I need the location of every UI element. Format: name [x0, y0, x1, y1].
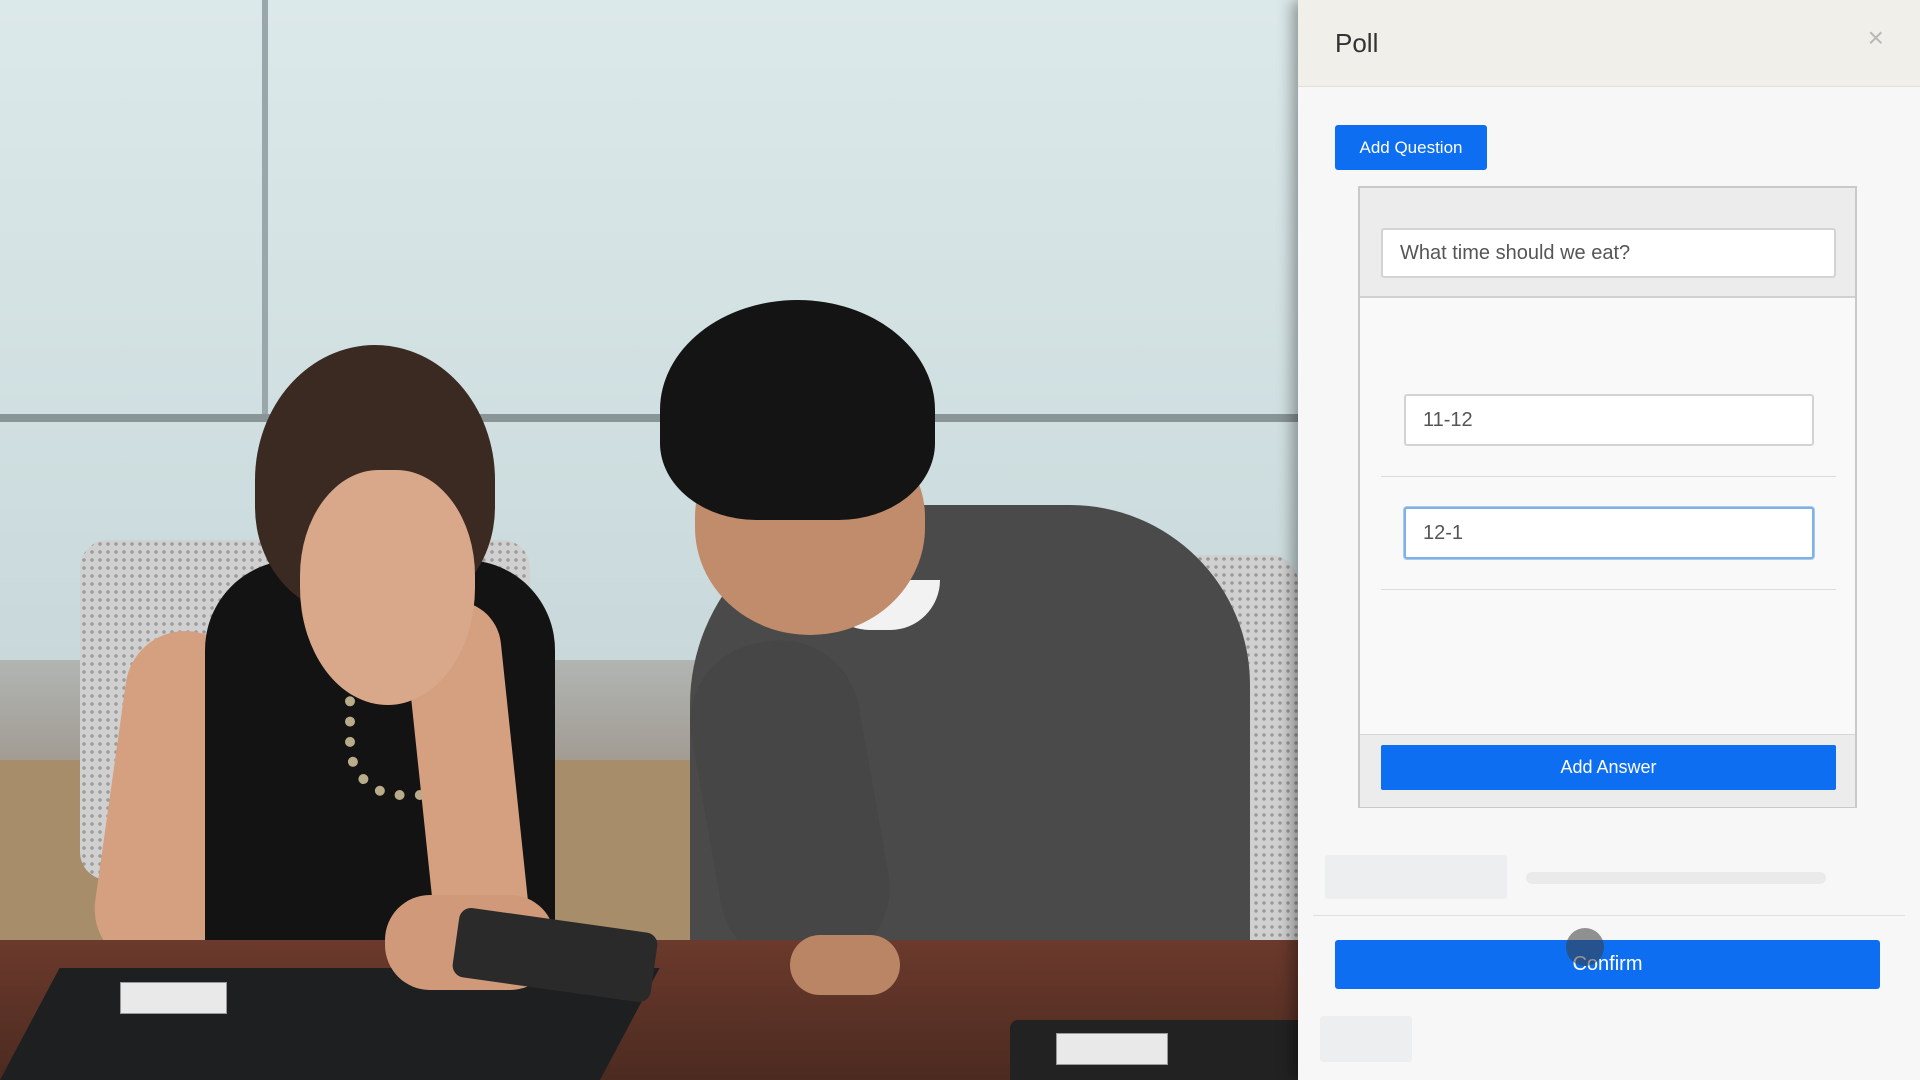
question-card: What time should we eat? 11-12 12-1 Add …: [1358, 186, 1857, 808]
question-card-header: What time should we eat?: [1360, 188, 1855, 298]
close-icon[interactable]: ×: [1868, 24, 1884, 52]
add-answer-button[interactable]: Add Answer: [1381, 745, 1836, 790]
poll-panel: Poll × Add Question What time should we …: [1298, 0, 1920, 1080]
panel-separator: [1313, 915, 1905, 916]
man-hair: [660, 300, 935, 520]
question-card-footer: Add Answer: [1360, 734, 1855, 807]
background-ghost-text: [1526, 872, 1826, 884]
woman-face: [300, 470, 475, 705]
answer-input-1[interactable]: 11-12: [1404, 394, 1814, 446]
man-hand: [790, 935, 900, 995]
laptop-right-sticker: [1056, 1033, 1168, 1065]
video-feed: [0, 0, 1298, 1080]
answer-input-2[interactable]: 12-1: [1404, 507, 1814, 559]
answer-divider: [1381, 476, 1836, 477]
laptop-sticker: [120, 982, 227, 1014]
wall-rail: [0, 414, 1298, 422]
panel-header: Poll ×: [1298, 0, 1920, 87]
wall-divider: [262, 0, 268, 420]
touch-cursor: [1566, 928, 1604, 966]
background-ghost-button: [1325, 855, 1507, 899]
question-input[interactable]: What time should we eat?: [1381, 228, 1836, 278]
answer-divider: [1381, 589, 1836, 590]
background-ghost-button: [1320, 1016, 1412, 1062]
add-question-button[interactable]: Add Question: [1335, 125, 1487, 170]
panel-title: Poll: [1335, 28, 1379, 58]
confirm-button[interactable]: Confirm: [1335, 940, 1880, 989]
